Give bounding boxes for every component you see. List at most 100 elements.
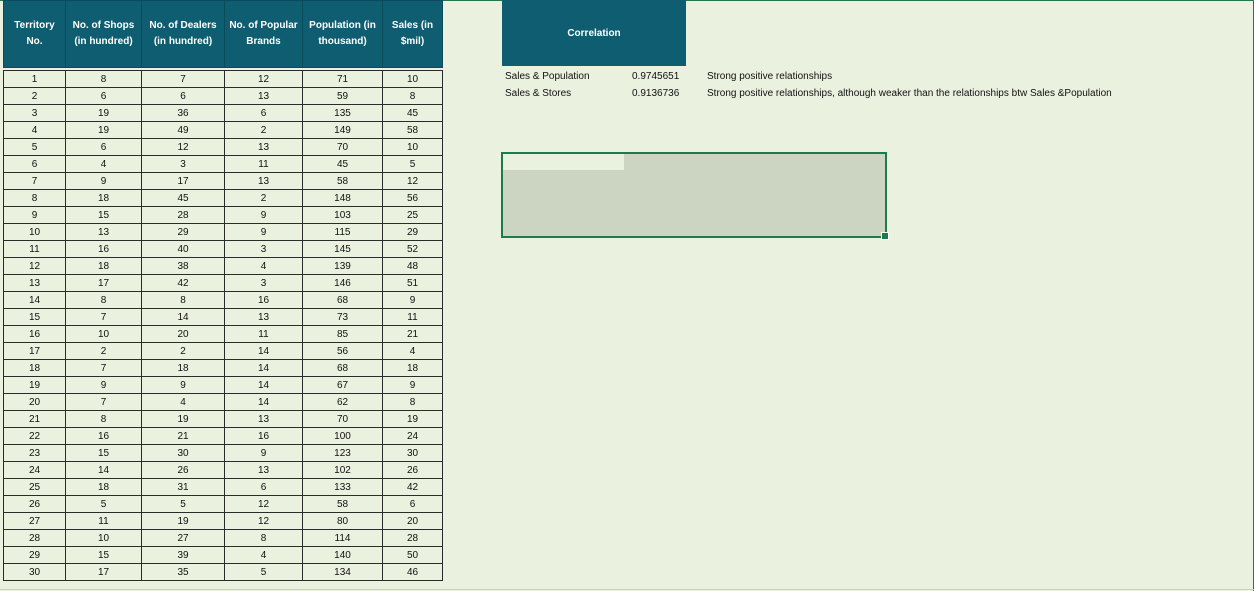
table-cell[interactable]: 3: [224, 240, 303, 258]
table-cell[interactable]: 2: [224, 121, 303, 139]
table-cell[interactable]: 46: [382, 563, 443, 581]
table-cell[interactable]: 7: [65, 359, 142, 377]
table-cell[interactable]: 9: [3, 206, 66, 224]
table-cell[interactable]: 133: [302, 478, 383, 496]
table-cell[interactable]: 21: [141, 427, 225, 445]
table-cell[interactable]: 16: [3, 325, 66, 343]
table-cell[interactable]: 6: [224, 478, 303, 496]
table-cell[interactable]: 68: [302, 291, 383, 309]
table-cell[interactable]: 2: [224, 189, 303, 207]
table-cell[interactable]: 28: [3, 529, 66, 547]
table-cell[interactable]: 70: [302, 138, 383, 156]
table-cell[interactable]: 13: [224, 410, 303, 428]
table-cell[interactable]: 12: [224, 70, 303, 88]
table-cell[interactable]: 12: [224, 512, 303, 530]
table-cell[interactable]: 3: [224, 274, 303, 292]
table-cell[interactable]: 14: [224, 342, 303, 360]
table-cell[interactable]: 27: [141, 529, 225, 547]
table-cell[interactable]: 19: [382, 410, 443, 428]
table-cell[interactable]: 9: [224, 223, 303, 241]
table-cell[interactable]: 62: [302, 393, 383, 411]
table-cell[interactable]: 6: [65, 138, 142, 156]
table-cell[interactable]: 38: [141, 257, 225, 275]
table-cell[interactable]: 45: [302, 155, 383, 173]
active-cell[interactable]: [503, 154, 624, 170]
correlation-label-1[interactable]: Sales & Population: [505, 71, 590, 82]
table-cell[interactable]: 21: [382, 325, 443, 343]
table-cell[interactable]: 18: [141, 359, 225, 377]
table-cell[interactable]: 17: [65, 563, 142, 581]
table-cell[interactable]: 2: [141, 342, 225, 360]
table-cell[interactable]: 11: [382, 308, 443, 326]
table-cell[interactable]: 28: [141, 206, 225, 224]
table-cell[interactable]: 73: [302, 308, 383, 326]
table-cell[interactable]: 135: [302, 104, 383, 122]
table-cell[interactable]: 9: [141, 376, 225, 394]
table-cell[interactable]: 11: [224, 155, 303, 173]
table-cell[interactable]: 15: [3, 308, 66, 326]
table-cell[interactable]: 102: [302, 461, 383, 479]
column-header-2[interactable]: No. of Dealers (in hundred): [141, 0, 225, 68]
table-cell[interactable]: 13: [224, 172, 303, 190]
table-cell[interactable]: 52: [382, 240, 443, 258]
table-cell[interactable]: 15: [65, 206, 142, 224]
table-cell[interactable]: 139: [302, 257, 383, 275]
table-cell[interactable]: 148: [302, 189, 383, 207]
table-cell[interactable]: 18: [65, 189, 142, 207]
table-cell[interactable]: 9: [382, 291, 443, 309]
table-cell[interactable]: 24: [382, 427, 443, 445]
table-cell[interactable]: 17: [3, 342, 66, 360]
table-cell[interactable]: 13: [224, 461, 303, 479]
table-cell[interactable]: 67: [302, 376, 383, 394]
table-cell[interactable]: 13: [224, 87, 303, 105]
correlation-value-2[interactable]: 0.9136736: [632, 88, 679, 99]
table-cell[interactable]: 49: [141, 121, 225, 139]
table-cell[interactable]: 4: [382, 342, 443, 360]
table-cell[interactable]: 12: [224, 495, 303, 513]
table-cell[interactable]: 8: [65, 291, 142, 309]
table-cell[interactable]: 11: [3, 240, 66, 258]
table-cell[interactable]: 19: [65, 121, 142, 139]
table-cell[interactable]: 1: [3, 70, 66, 88]
table-cell[interactable]: 40: [141, 240, 225, 258]
table-cell[interactable]: 11: [224, 325, 303, 343]
fill-handle[interactable]: [881, 232, 889, 240]
table-cell[interactable]: 6: [224, 104, 303, 122]
table-cell[interactable]: 100: [302, 427, 383, 445]
table-cell[interactable]: 13: [224, 138, 303, 156]
table-cell[interactable]: 7: [65, 308, 142, 326]
column-header-0[interactable]: Territory No.: [3, 0, 66, 68]
table-cell[interactable]: 5: [65, 495, 142, 513]
table-cell[interactable]: 8: [224, 529, 303, 547]
table-cell[interactable]: 103: [302, 206, 383, 224]
table-cell[interactable]: 10: [65, 325, 142, 343]
table-cell[interactable]: 8: [382, 393, 443, 411]
table-cell[interactable]: 19: [141, 512, 225, 530]
table-cell[interactable]: 7: [141, 70, 225, 88]
table-cell[interactable]: 13: [224, 308, 303, 326]
table-cell[interactable]: 123: [302, 444, 383, 462]
table-cell[interactable]: 17: [141, 172, 225, 190]
table-cell[interactable]: 19: [141, 410, 225, 428]
table-cell[interactable]: 23: [3, 444, 66, 462]
column-header-1[interactable]: No. of Shops (in hundred): [65, 0, 142, 68]
correlation-value-1[interactable]: 0.9745651: [632, 71, 679, 82]
table-cell[interactable]: 8: [141, 291, 225, 309]
table-cell[interactable]: 2: [65, 342, 142, 360]
table-cell[interactable]: 29: [382, 223, 443, 241]
table-cell[interactable]: 80: [302, 512, 383, 530]
table-cell[interactable]: 2: [3, 87, 66, 105]
table-cell[interactable]: 26: [382, 461, 443, 479]
table-cell[interactable]: 134: [302, 563, 383, 581]
table-cell[interactable]: 5: [3, 138, 66, 156]
table-cell[interactable]: 8: [382, 87, 443, 105]
table-cell[interactable]: 26: [141, 461, 225, 479]
table-cell[interactable]: 14: [65, 461, 142, 479]
table-cell[interactable]: 6: [3, 155, 66, 173]
table-cell[interactable]: 48: [382, 257, 443, 275]
table-cell[interactable]: 16: [224, 427, 303, 445]
table-cell[interactable]: 28: [382, 529, 443, 547]
table-cell[interactable]: 56: [382, 189, 443, 207]
table-cell[interactable]: 50: [382, 546, 443, 564]
table-cell[interactable]: 4: [224, 257, 303, 275]
